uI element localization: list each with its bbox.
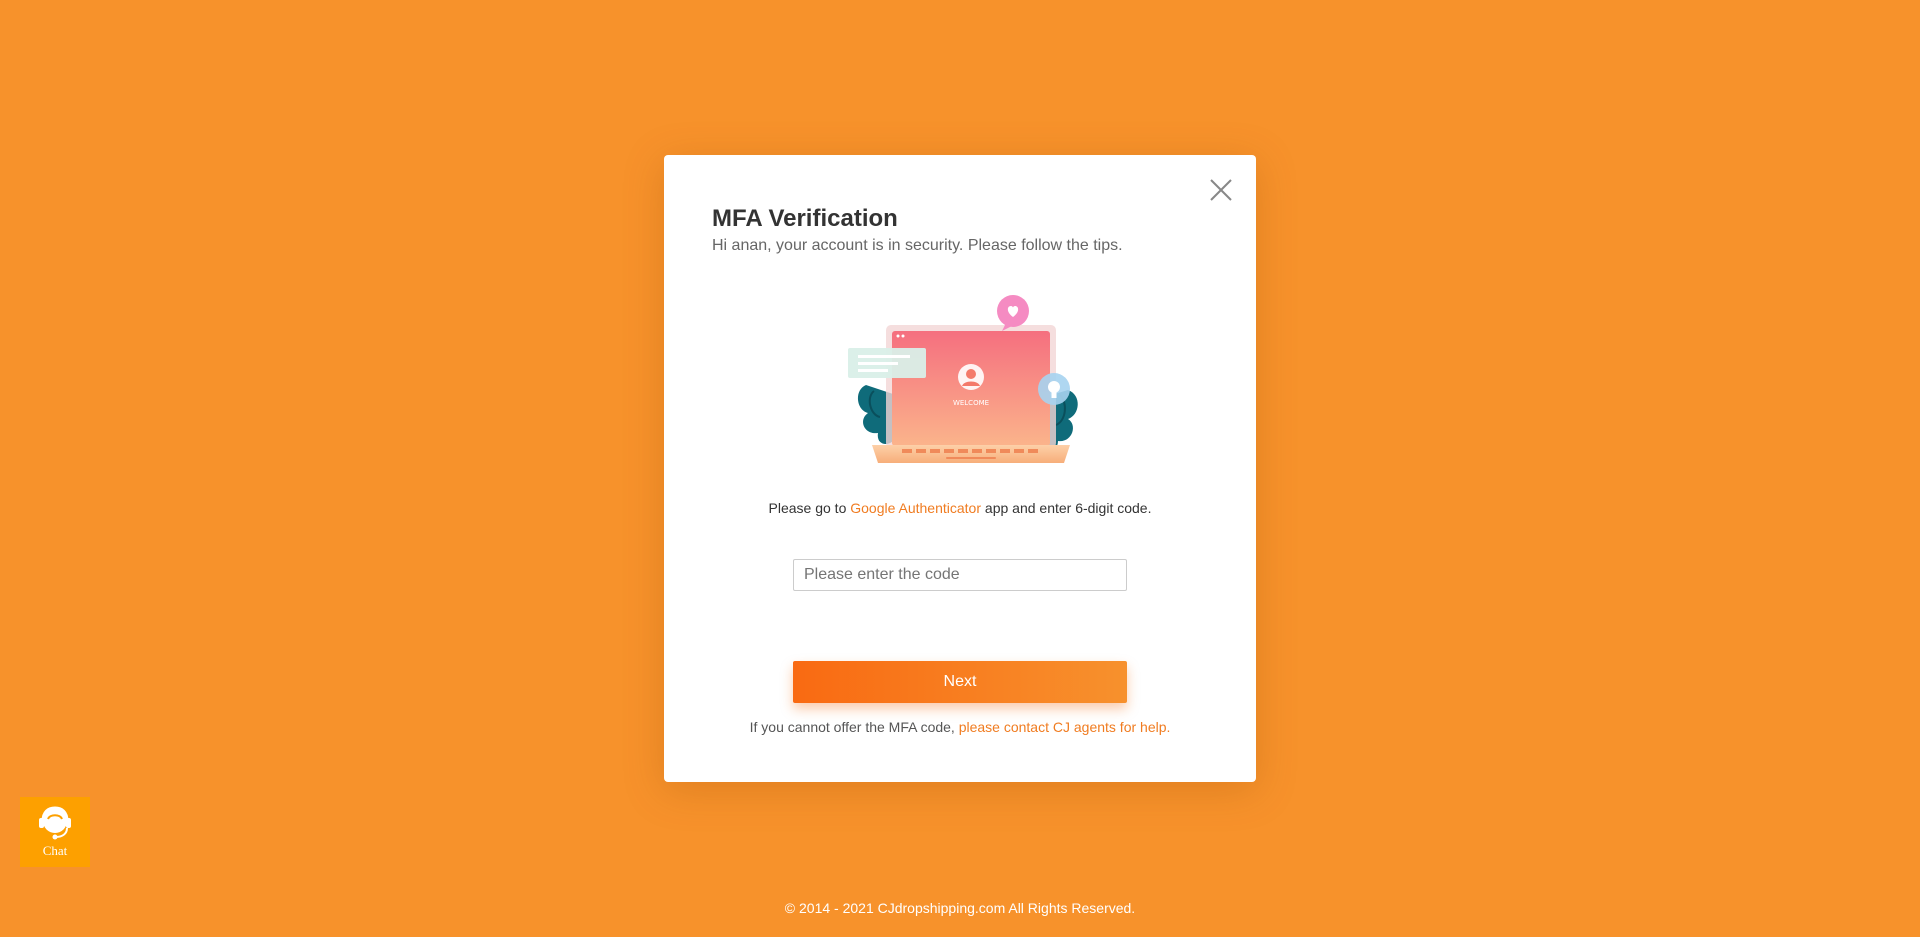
help-text: If you cannot offer the MFA code, please…: [664, 719, 1256, 735]
google-authenticator-link[interactable]: Google Authenticator: [850, 500, 981, 516]
modal-title: MFA Verification: [712, 205, 898, 232]
headset-icon: [39, 806, 71, 840]
chat-button[interactable]: Chat: [20, 797, 90, 867]
laptop-welcome-illustration: WELCOME: [848, 295, 1078, 463]
chat-label: Chat: [42, 843, 68, 858]
next-button[interactable]: Next: [793, 661, 1127, 703]
close-button[interactable]: [1206, 175, 1236, 205]
instruction-text: Please go to Google Authenticator app an…: [664, 500, 1256, 516]
mfa-modal: MFA Verification Hi anan, your account i…: [664, 155, 1256, 782]
mfa-code-input[interactable]: [793, 559, 1127, 591]
footer-copyright: © 2014 - 2021 CJdropshipping.com All Rig…: [784, 900, 1136, 916]
contact-agents-link[interactable]: please contact CJ agents for help.: [959, 719, 1171, 735]
modal-subtitle: Hi anan, your account is in security. Pl…: [712, 237, 1123, 254]
instruction-prefix: Please go to: [768, 500, 851, 516]
svg-text:WELCOME: WELCOME: [953, 399, 989, 407]
close-icon: [1210, 179, 1232, 201]
instruction-suffix: app and enter 6-digit code.: [981, 500, 1152, 516]
help-prefix: If you cannot offer the MFA code,: [749, 719, 959, 735]
